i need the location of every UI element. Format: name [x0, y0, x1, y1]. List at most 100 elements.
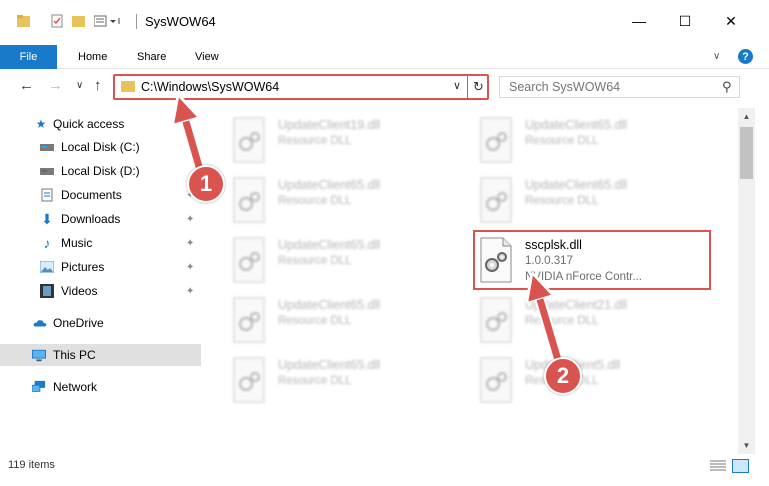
up-button[interactable]: ↑	[94, 77, 102, 94]
file-item[interactable]: UpdateClient65.dll Resource DLL	[230, 354, 470, 410]
pin-icon[interactable]: ✦	[186, 214, 194, 225]
sidebar-item-label: Pictures	[61, 260, 105, 274]
dll-file-icon	[480, 117, 512, 163]
large-icons-view-icon[interactable]	[732, 459, 749, 473]
back-button[interactable]: ←	[19, 77, 34, 94]
status-bar: 119 items	[0, 455, 769, 486]
sidebar-item-pictures[interactable]: Pictures ✦	[0, 256, 201, 278]
file-item[interactable]: UpdateClient65.dll Resource DLL	[477, 174, 717, 230]
tab-home[interactable]: Home	[78, 45, 107, 69]
dll-file-icon	[233, 297, 265, 343]
sidebar-item-label: Local Disk (D:)	[61, 164, 140, 178]
file-name: UpdateClient65.dll	[525, 178, 628, 192]
sidebar-item-label: Local Disk (C:)	[61, 140, 140, 154]
file-name: UpdateClient65.dll	[278, 358, 381, 372]
new-folder-icon[interactable]	[72, 14, 86, 28]
sidebar-item-onedrive[interactable]: OneDrive	[0, 312, 201, 334]
sidebar-item-documents[interactable]: Documents ✦	[0, 184, 201, 206]
title-separator	[136, 14, 137, 29]
sidebar-item-label: Documents	[61, 188, 122, 202]
pictures-icon	[40, 260, 54, 274]
search-icon[interactable]: ⚲	[722, 79, 732, 95]
documents-icon	[40, 188, 54, 202]
downloads-icon: ⬇	[41, 210, 53, 227]
file-name: UpdateClient65.dll	[278, 178, 381, 192]
sidebar-item-this-pc[interactable]: This PC	[0, 344, 201, 366]
file-item[interactable]: UpdateClient65.dll Resource DLL	[230, 174, 470, 230]
network-icon	[32, 380, 46, 394]
file-type: Resource DLL	[278, 255, 352, 267]
dll-file-icon	[480, 297, 512, 343]
tab-file[interactable]: File	[0, 45, 57, 69]
sidebar-item-local-disk-c[interactable]: Local Disk (C:)	[0, 136, 201, 158]
window-title: SysWOW64	[145, 14, 216, 29]
tab-share[interactable]: Share	[137, 45, 166, 69]
file-item[interactable]: UpdateClient21.dll Resource DLL	[477, 294, 717, 350]
sidebar-item-quick-access[interactable]: ★ Quick access	[0, 113, 201, 135]
sidebar-item-label: This PC	[53, 348, 96, 362]
file-name: UpdateClient65.dll	[278, 298, 381, 312]
details-view-icon[interactable]	[710, 460, 726, 472]
title-bar: SysWOW64 — ☐ ✕	[0, 0, 769, 42]
file-name: UpdateClient65.dll	[525, 118, 628, 132]
step-1-badge: 1	[187, 165, 225, 203]
dll-file-icon	[480, 177, 512, 223]
help-icon[interactable]: ?	[738, 49, 753, 64]
sidebar-item-downloads[interactable]: ⬇ Downloads ✦	[0, 208, 201, 230]
address-dropdown-icon[interactable]: ∨	[453, 79, 461, 92]
pin-icon[interactable]: ✦	[186, 262, 194, 273]
file-type: Resource DLL	[278, 375, 352, 387]
file-name: UpdateClient21.dll	[525, 298, 628, 312]
properties-icon[interactable]	[50, 14, 64, 28]
file-highlight-box	[473, 230, 711, 290]
scroll-down-arrow-icon[interactable]: ▼	[738, 437, 755, 454]
file-item[interactable]: UpdateClient19.dll Resource DLL	[230, 114, 470, 170]
sidebar-item-label: Network	[53, 380, 98, 394]
sidebar-item-label: Music	[61, 236, 93, 250]
sidebar-item-label: Videos	[61, 284, 98, 298]
folder-icon[interactable]	[17, 14, 31, 28]
minimize-button[interactable]: —	[616, 0, 662, 42]
customize-toolbar-icon[interactable]	[93, 14, 120, 28]
ribbon-tabs: File Home Share View ∨ ?	[0, 45, 769, 69]
sidebar-item-network[interactable]: Network	[0, 376, 201, 398]
file-item[interactable]: UpdateClient65.dll Resource DLL	[230, 294, 470, 350]
folder-icon	[121, 81, 135, 92]
item-count: 119 items	[8, 459, 55, 471]
sidebar-item-local-disk-d[interactable]: Local Disk (D:)	[0, 160, 201, 182]
scroll-thumb[interactable]	[740, 127, 753, 179]
sidebar-item-music[interactable]: ♪ Music ✦	[0, 232, 201, 254]
address-bar[interactable]: C:\Windows\SysWOW64 ∨ ↻	[113, 74, 489, 100]
close-button[interactable]: ✕	[708, 0, 754, 42]
search-box[interactable]: ⚲	[499, 76, 740, 98]
dll-file-icon	[233, 117, 265, 163]
maximize-button[interactable]: ☐	[662, 0, 708, 42]
forward-button[interactable]: →	[48, 77, 63, 94]
file-name: UpdateClient19.dll	[278, 118, 381, 132]
scroll-up-arrow-icon[interactable]: ▲	[738, 108, 755, 125]
file-item[interactable]: UpdateClient65.dll Resource DLL	[230, 234, 470, 290]
file-type: Resource DLL	[278, 315, 352, 327]
pin-icon[interactable]: ✦	[186, 238, 194, 249]
pin-icon[interactable]: ✦	[186, 286, 194, 297]
expand-ribbon-icon[interactable]: ∨	[713, 51, 720, 62]
vertical-scrollbar[interactable]: ▲ ▼	[738, 108, 755, 454]
refresh-button[interactable]: ↻	[467, 74, 489, 100]
sidebar-item-label: OneDrive	[53, 316, 104, 330]
cloud-icon	[33, 316, 47, 330]
search-input[interactable]	[500, 77, 710, 97]
sidebar-item-videos[interactable]: Videos ✦	[0, 280, 201, 302]
address-path[interactable]: C:\Windows\SysWOW64	[141, 80, 279, 94]
tab-view[interactable]: View	[195, 45, 219, 69]
drive-icon	[40, 164, 54, 178]
file-item[interactable]: UpdateClient65.dll Resource DLL	[477, 114, 717, 170]
navigation-bar: ← → ∨ ↑ C:\Windows\SysWOW64 ∨ ↻ ⚲	[0, 70, 769, 104]
videos-icon	[40, 284, 54, 298]
dll-file-icon	[233, 177, 265, 223]
file-item[interactable]: UpdateClient5.dll Resource DLL	[477, 354, 717, 410]
drive-icon	[40, 140, 54, 154]
recent-locations-button[interactable]: ∨	[76, 80, 83, 91]
dll-file-icon	[480, 357, 512, 403]
file-type: Resource DLL	[278, 135, 352, 147]
file-type: Resource DLL	[525, 135, 599, 147]
